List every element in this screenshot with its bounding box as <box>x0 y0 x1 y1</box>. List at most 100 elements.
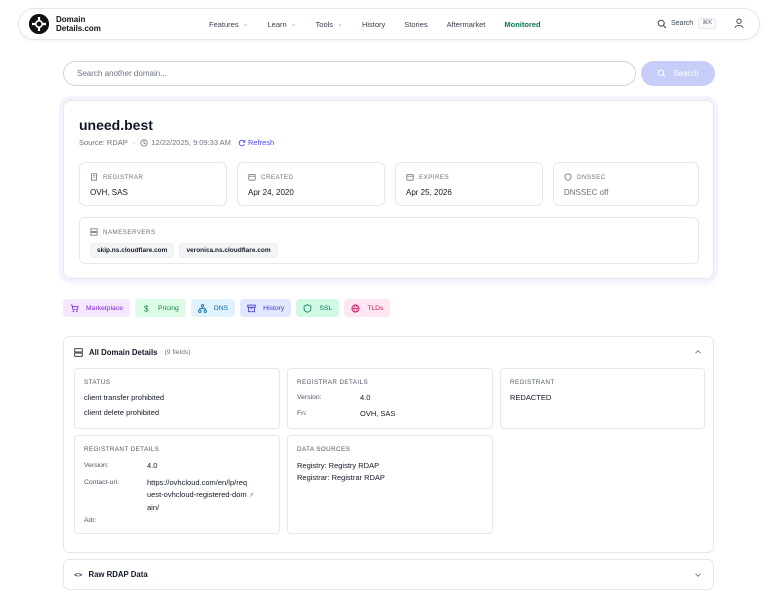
version-key: Version: <box>84 462 109 469</box>
expires-label: EXPIRES <box>406 173 449 181</box>
expand-raw-button[interactable] <box>694 571 702 579</box>
registrant-title: REGISTRANT <box>510 379 555 386</box>
domain-title: uneed.best <box>79 117 153 133</box>
shield-icon <box>304 303 312 313</box>
nameserver-list: skip.ns.cloudflare.com veronica.ns.cloud… <box>90 243 283 258</box>
code-icon: <> <box>74 570 83 579</box>
data-source-line: Registry: Registry RDAP <box>297 461 380 470</box>
marketplace-label: Marketplace <box>86 304 124 312</box>
chevron-down-icon: ⌄ <box>337 21 343 28</box>
globe-icon <box>351 303 360 313</box>
menu-label: Tools <box>315 19 334 29</box>
calendar-icon <box>406 173 414 181</box>
menu-item-tools[interactable]: Tools ⌄ <box>316 20 343 29</box>
clock-icon <box>140 138 148 147</box>
menu-item-features[interactable]: Features ⌄ <box>209 20 248 29</box>
search-button-label: Search <box>673 69 699 78</box>
expires-value: Apr 25, 2026 <box>406 188 452 197</box>
chevron-down-icon <box>695 573 701 577</box>
registrar-details-card: REGISTRAR DETAILS Version: 4.0 Fn: OVH, … <box>287 368 493 429</box>
nav-search-button[interactable]: Search ⌘K <box>657 18 717 29</box>
nameservers-label: NAMESERVERS <box>90 228 156 236</box>
menu-item-aftermarket[interactable]: Aftermarket <box>447 20 486 29</box>
expires-label-text: EXPIRES <box>419 173 450 181</box>
dnssec-box: DNSSEC DNSSEC off <box>553 162 699 206</box>
all-domain-details-panel: All Domain Details (9 fields) STATUS cli… <box>63 336 714 553</box>
menu-label: Aftermarket <box>446 19 486 29</box>
menu-item-learn[interactable]: Learn ⌄ <box>267 20 296 29</box>
brand-line-2: Details.com <box>56 24 101 33</box>
menu-item-monitored[interactable]: Monitored <box>504 20 540 29</box>
registrar-value: OVH, SAS <box>90 188 128 197</box>
registrar-label-text: REGISTRAR <box>103 173 144 181</box>
registrar-label: REGISTRAR <box>90 173 143 181</box>
data-sources-title: DATA SOURCES <box>297 446 351 453</box>
nav-search-label: Search <box>671 20 694 27</box>
search-button[interactable]: Search <box>641 61 715 86</box>
created-value: Apr 24, 2020 <box>248 188 294 197</box>
tlds-button[interactable]: TLDs <box>344 299 391 317</box>
contact-uri-line: uest-ovhcloud-registered-dom <box>147 490 247 499</box>
dns-button[interactable]: DNS <box>190 299 236 317</box>
history-button[interactable]: History <box>240 299 292 317</box>
dnssec-label: DNSSEC <box>564 173 606 181</box>
dollar-icon: $ <box>144 304 149 312</box>
status-line: client transfer prohibited <box>84 393 165 402</box>
history-label: History <box>263 304 285 312</box>
version-value: 4.0 <box>147 461 158 470</box>
pricing-button[interactable]: $ Pricing <box>135 299 186 317</box>
registrar-details-title: REGISTRAR DETAILS <box>297 379 369 386</box>
version-value: 4.0 <box>360 393 371 402</box>
status-title: STATUS <box>84 379 111 386</box>
brand-logo[interactable]: Domain Details.com <box>29 14 101 34</box>
created-label-text: CREATED <box>261 173 294 181</box>
building-icon <box>91 173 97 181</box>
search-placeholder: Search another domain... <box>77 69 167 78</box>
network-icon <box>197 303 207 313</box>
nameservers-label-text: NAMESERVERS <box>103 228 156 236</box>
marketplace-button[interactable]: Marketplace <box>63 299 131 317</box>
svg-text:$: $ <box>144 304 149 312</box>
fn-value: OVH, SAS <box>360 409 396 418</box>
dnssec-value: DNSSEC off <box>564 188 609 197</box>
domain-meta: Source: RDAP · 12/22/2025, 9:09:33 AM Re… <box>79 138 274 147</box>
nameserver-chip[interactable]: skip.ns.cloudflare.com <box>90 243 175 258</box>
lookup-timestamp: 12/22/2025, 9:09:33 AM <box>151 138 231 147</box>
details-title: All Domain Details <box>89 348 158 357</box>
chevron-up-icon <box>695 350 701 354</box>
refresh-icon <box>238 139 246 146</box>
contact-uri-line: https://ovhcloud.com/en/lp/req <box>147 478 248 487</box>
ssl-button[interactable]: SSL <box>296 299 340 317</box>
contact-uri-line: ain/ <box>147 503 160 512</box>
pricing-label: Pricing <box>158 304 179 312</box>
details-header[interactable]: All Domain Details (9 fields) <box>74 348 191 357</box>
server-icon <box>74 348 83 357</box>
domain-search-input[interactable]: Search another domain... <box>63 61 636 86</box>
dns-label: DNS <box>213 304 229 312</box>
chevron-down-icon: ⌄ <box>290 21 297 28</box>
domain-summary-card: uneed.best Source: RDAP · 12/22/2025, 9:… <box>63 100 714 279</box>
chevron-down-icon: ⌄ <box>242 21 249 28</box>
dnssec-label-text: DNSSEC <box>577 173 606 181</box>
search-icon <box>657 69 666 78</box>
nameserver-chip[interactable]: veronica.ns.cloudflare.com <box>179 243 278 258</box>
data-source-line: Registrar: Registrar RDAP <box>297 473 385 482</box>
refresh-button[interactable]: Refresh <box>238 138 274 147</box>
menu-item-stories[interactable]: Stories <box>404 20 427 29</box>
menu-item-history[interactable]: History <box>362 20 385 29</box>
contact-uri-link[interactable]: https://ovhcloud.com/en/lp/req uest-ovhc… <box>147 477 275 514</box>
raw-rdap-header: <> Raw RDAP Data <box>74 570 148 579</box>
source-label: Source: RDAP <box>79 138 128 147</box>
menu-label: Features <box>209 19 239 29</box>
status-card: STATUS client transfer prohibited client… <box>74 368 280 429</box>
tlds-label: TLDs <box>367 304 384 312</box>
collapse-details-button[interactable] <box>694 348 702 356</box>
registrant-card: REGISTRANT REDACTED <box>500 368 705 429</box>
brand-line-1: Domain <box>56 15 86 24</box>
brand-name: Domain Details.com <box>56 15 101 33</box>
created-label: CREATED <box>248 173 293 181</box>
raw-rdap-panel[interactable]: <> Raw RDAP Data <box>63 559 714 590</box>
nameservers-box: NAMESERVERS skip.ns.cloudflare.com veron… <box>79 217 699 264</box>
user-account-button[interactable] <box>734 18 744 29</box>
search-icon <box>657 19 667 28</box>
